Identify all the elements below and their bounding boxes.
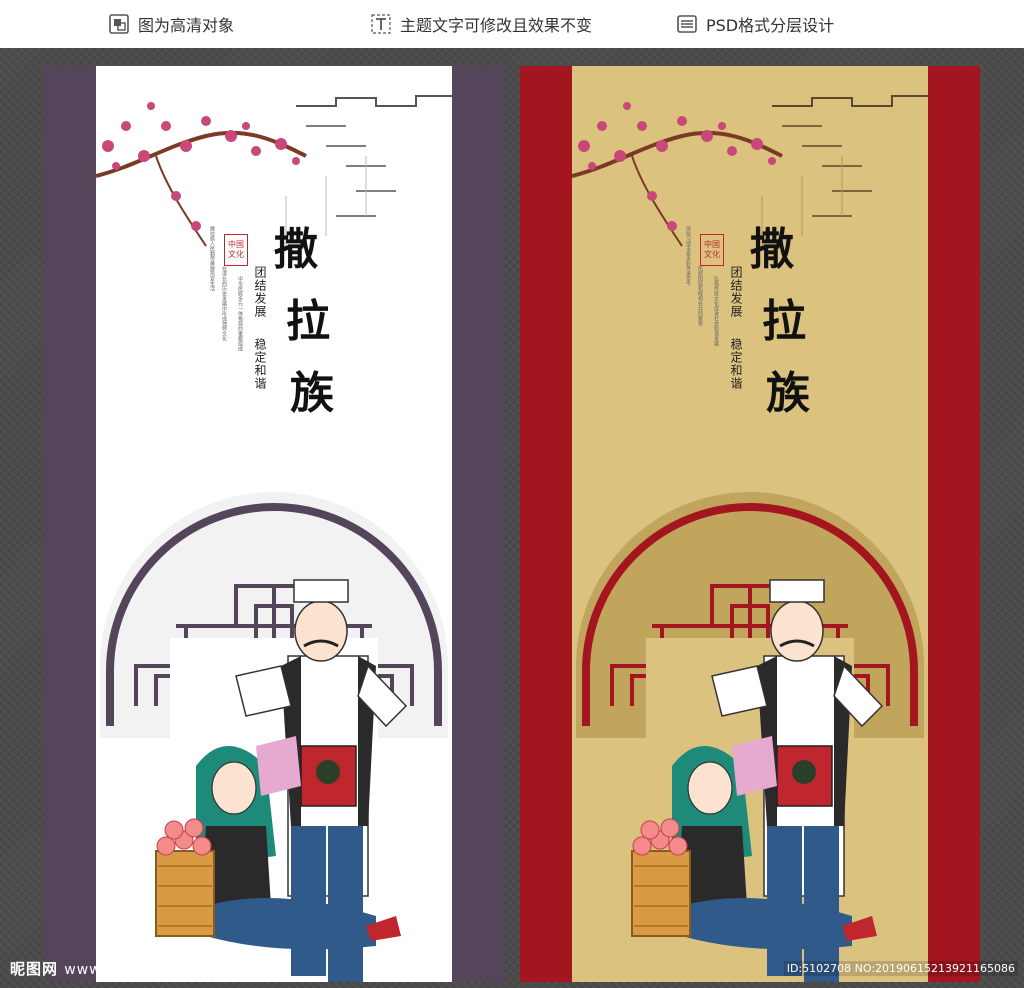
layers-icon bbox=[677, 15, 697, 33]
banner-label-text: 主题文字可修改且效果不变 bbox=[400, 16, 593, 35]
image-icon bbox=[109, 14, 129, 34]
body-text-col-2: 在漫长的历史发展中形成独特文化 bbox=[221, 266, 227, 341]
top-banner: 图为高清对象 主题文字可修改且效果不变 PSD格式分层设计 bbox=[0, 0, 1024, 49]
culture-stamp: 中国 文化 bbox=[224, 234, 248, 266]
stamp-line-2: 文化 bbox=[228, 250, 244, 259]
banner-item-text: 主题文字可修改且效果不变 bbox=[370, 12, 592, 36]
poster-body: 中国 文化 团结发展 稳定和谐 撒 拉 族 风俗习惯丰富多彩传承至今 民族团结和… bbox=[572, 66, 928, 982]
watermark-url: www.nipic.com bbox=[64, 962, 183, 978]
banner-item-hd: 图为高清对象 bbox=[108, 12, 234, 36]
slogan-harmony: 稳定和谐 bbox=[729, 338, 743, 390]
body-text-col-2: 民族团结和睦相处共同繁荣 bbox=[697, 266, 703, 326]
body-text-col-3: 弘扬传统文化促进社会和谐发展 bbox=[713, 276, 719, 346]
stamp-line-2: 文化 bbox=[704, 250, 720, 259]
text-icon bbox=[371, 14, 391, 34]
culture-stamp: 中国 文化 bbox=[700, 234, 724, 266]
site-watermark: 昵图网 www.nipic.com bbox=[10, 958, 182, 979]
watermark-brand: 昵图网 bbox=[10, 960, 59, 978]
poster-body: 中国 文化 团结发展 稳定和谐 撒 拉 族 撒拉族人民勤劳勇敢热爱生活 在漫长的… bbox=[96, 66, 452, 982]
title-char-3: 族 bbox=[290, 368, 334, 419]
title-char-1: 撒 bbox=[274, 224, 318, 275]
title-char-2: 拉 bbox=[762, 296, 806, 347]
poster-panel-white: 中国 文化 团结发展 稳定和谐 撒 拉 族 撒拉族人民勤劳勇敢热爱生活 在漫长的… bbox=[44, 66, 504, 982]
banner-item-psd: PSD格式分层设计 bbox=[676, 12, 834, 36]
title-char-2: 拉 bbox=[286, 296, 330, 347]
body-text-col-3: 中华民族多元一体格局的重要组成 bbox=[237, 276, 243, 351]
body-text-col-1: 风俗习惯丰富多彩传承至今 bbox=[685, 226, 691, 286]
poster-artwork bbox=[96, 95, 452, 982]
poster-artwork bbox=[572, 95, 928, 982]
banner-label-psd: PSD格式分层设计 bbox=[706, 16, 835, 35]
stamp-line-1: 中国 bbox=[704, 240, 720, 249]
stamp-line-1: 中国 bbox=[228, 240, 244, 249]
title-char-1: 撒 bbox=[750, 224, 794, 275]
title-char-3: 族 bbox=[766, 368, 810, 419]
body-text-col-1: 撒拉族人民勤劳勇敢热爱生活 bbox=[209, 226, 215, 291]
slogan-harmony: 稳定和谐 bbox=[253, 338, 267, 390]
banner-label-hd: 图为高清对象 bbox=[138, 16, 235, 35]
slogan-unity: 团结发展 bbox=[729, 266, 743, 318]
poster-panel-gold: 中国 文化 团结发展 稳定和谐 撒 拉 族 风俗习惯丰富多彩传承至今 民族团结和… bbox=[520, 66, 980, 982]
slogan-unity: 团结发展 bbox=[253, 266, 267, 318]
image-id-watermark: ID:5102708 NO:20190615213921165086 bbox=[783, 961, 1018, 976]
